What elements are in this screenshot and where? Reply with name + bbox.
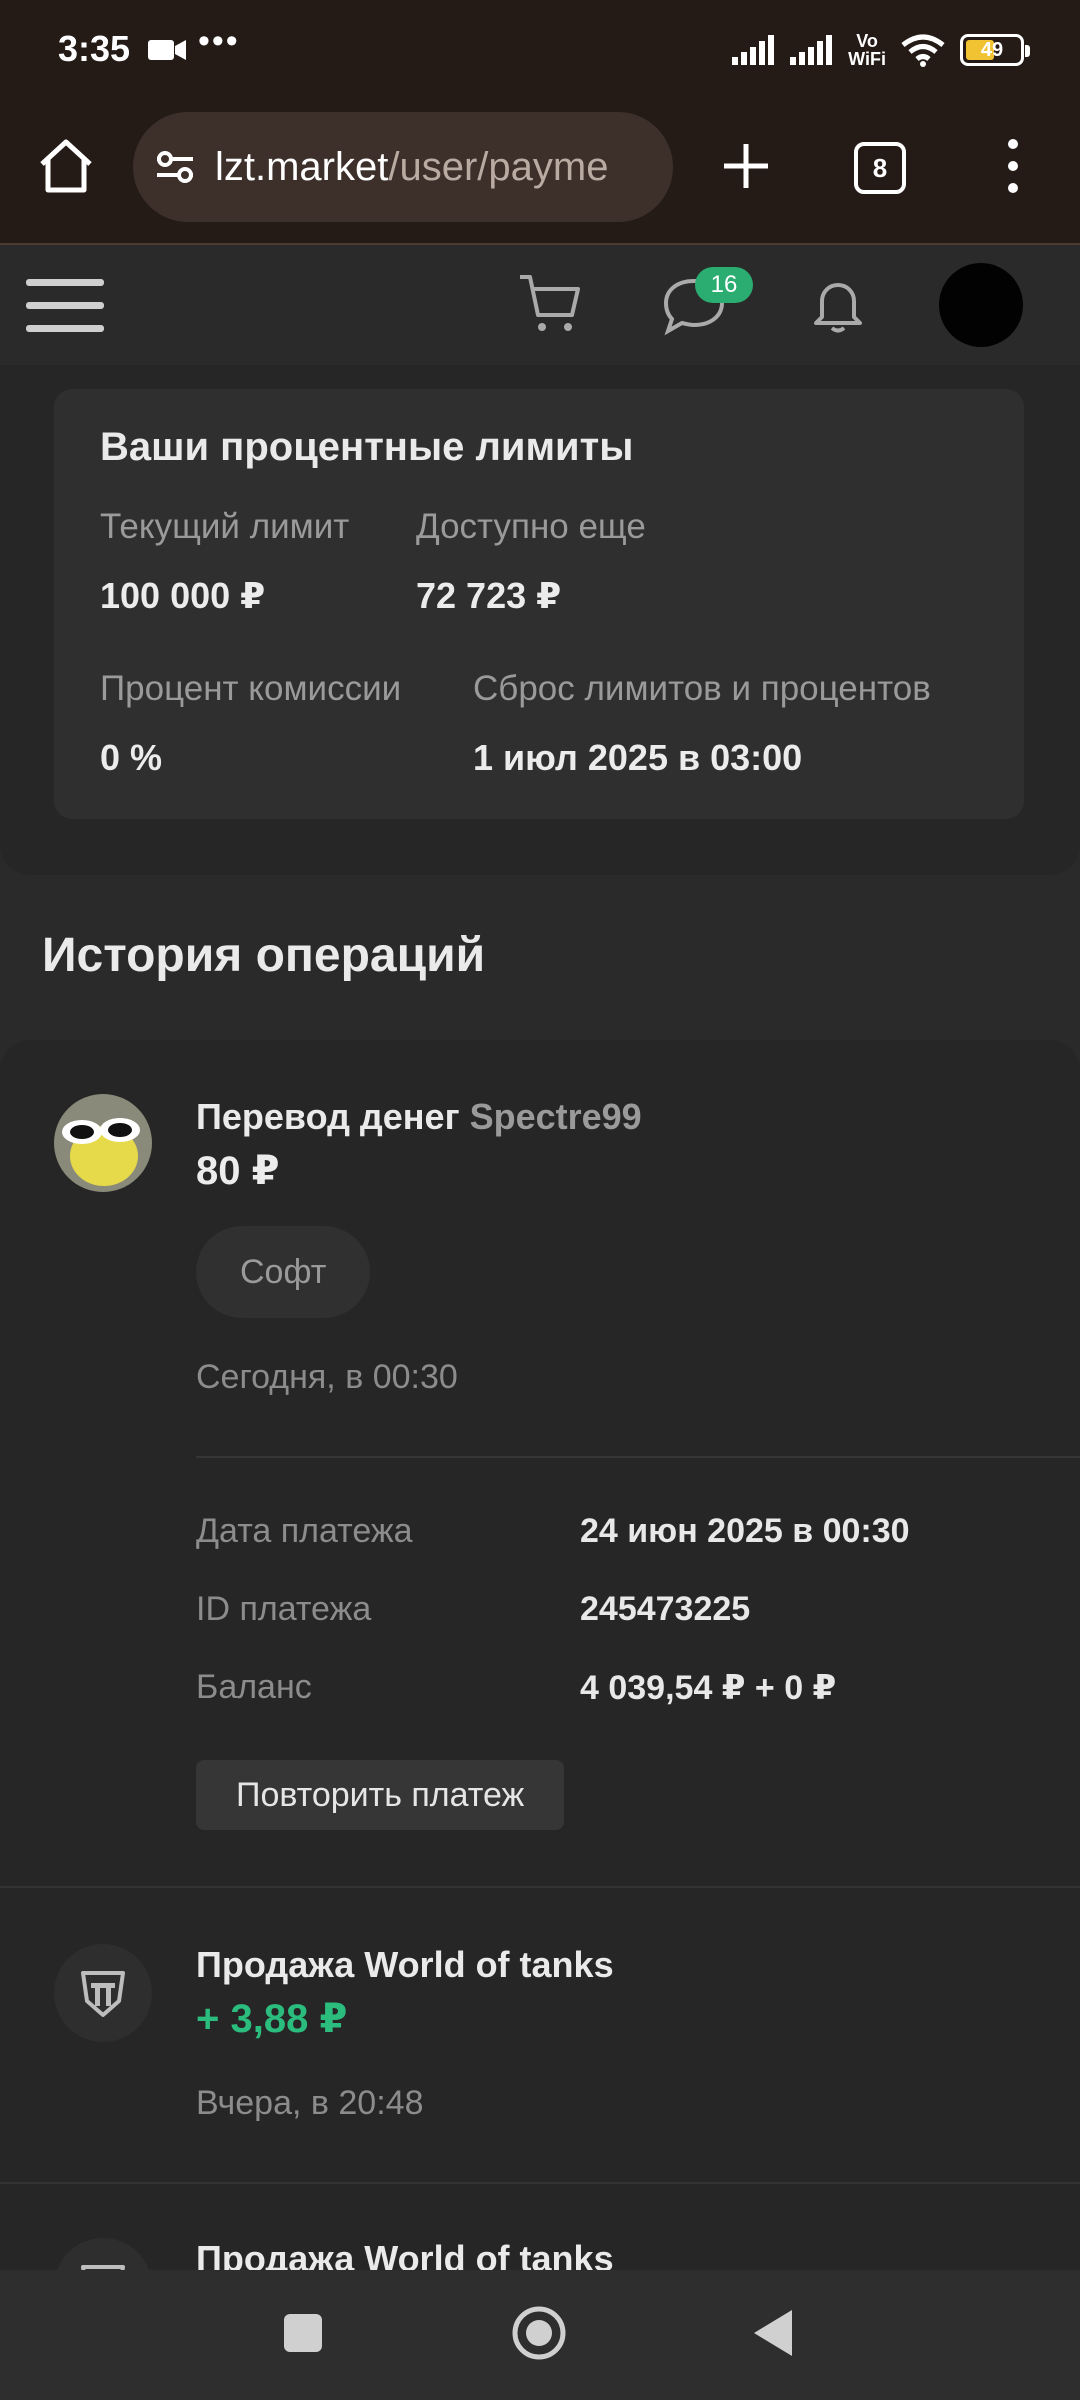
operation-time: Сегодня, в 00:30 [196,1358,458,1396]
signal-icon [732,35,775,65]
battery-level: 49 [980,38,1004,61]
balance-value: 4 039,54 ₽ + 0 ₽ [580,1669,837,1707]
divider [196,1456,1080,1458]
current-limit-label: Текущий лимит [100,507,350,546]
operation-user-link[interactable]: Spectre99 [470,1096,642,1137]
limits-section: Ваши процентные лимиты Текущий лимит 100… [0,365,1080,875]
wifi-icon [901,34,945,67]
operation-separator [0,2182,1080,2184]
payment-date-label: Дата платежа [196,1512,413,1550]
status-time: 3:35 [58,28,131,69]
vowifi-label: Vo WiFi [848,31,886,69]
avatar-image [54,1094,152,1192]
operation-type: Перевод денег [196,1096,460,1137]
operation-separator [0,1886,1080,1888]
more-menu-icon[interactable] [995,134,1031,198]
operation-amount: 80 ₽ [196,1149,280,1193]
balance-label: Баланс [196,1668,312,1706]
sender-avatar[interactable] [54,1094,152,1192]
world-of-tanks-icon [54,1944,152,2042]
operation-time: Вчера, в 20:48 [196,2084,424,2122]
reset-value: 1 июл 2025 в 03:00 [473,737,803,778]
operation-amount: + 3,88 ₽ [196,1997,348,2041]
bell-icon[interactable] [806,273,870,337]
url-path: /user/payme [388,144,609,189]
new-tab-icon[interactable] [714,134,778,198]
available-value: 72 723 ₽ [416,575,562,616]
history-title: История операций [42,929,486,982]
limits-card: Ваши процентные лимиты Текущий лимит 100… [54,389,1024,819]
url-host: lzt.market [215,144,389,189]
status-more-dots: ••• [198,22,240,60]
tab-switcher-button[interactable]: 8 [854,142,906,194]
commission-label: Процент комиссии [100,669,402,708]
signal-icon-2 [790,35,833,65]
operation-tag[interactable]: Софт [196,1226,371,1318]
commission-value: 0 % [100,737,163,778]
address-bar[interactable]: lzt.market/user/payme [133,112,673,222]
world-of-tanks-icon [54,2238,152,2270]
operation-title: Продажа World of tanks [196,1944,614,1985]
chat-badge: 16 [695,267,753,303]
current-limit-value: 100 000 ₽ [100,575,266,616]
url-text[interactable]: lzt.market/user/payme [215,145,608,190]
repeat-payment-button[interactable]: Повторить платеж [196,1760,565,1830]
payment-date-value: 24 июн 2025 в 00:30 [580,1512,910,1550]
back-icon[interactable] [752,2308,794,2358]
recent-apps-icon[interactable] [284,2314,322,2352]
cart-icon[interactable] [516,269,584,337]
reset-label: Сброс лимитов и процентов [473,669,931,708]
operations-list: Перевод денег Spectre99 80 ₽ Софт Сегодн… [0,1040,1080,2270]
battery-icon: 49 [960,34,1030,66]
limits-title: Ваши процентные лимиты [100,425,634,469]
available-label: Доступно еще [416,507,646,546]
operation-title: Перевод денег Spectre99 [196,1096,642,1138]
video-camera-icon [148,40,186,60]
home-nav-icon[interactable] [510,2304,568,2362]
site-header: 16 [0,245,1080,365]
system-nav-bar [0,2270,1080,2400]
user-avatar[interactable] [939,263,1023,347]
status-bar: 3:35 ••• Vo WiFi 49 [0,0,1080,100]
payment-id-value: 245473225 [580,1590,751,1628]
payment-id-label: ID платежа [196,1590,372,1628]
operation-title: Продажа World of tanks [196,2238,614,2270]
home-icon[interactable] [34,134,98,198]
hamburger-menu-icon[interactable] [26,271,106,341]
browser-toolbar: lzt.market/user/payme 8 [0,100,1080,245]
site-settings-icon[interactable] [153,145,197,189]
